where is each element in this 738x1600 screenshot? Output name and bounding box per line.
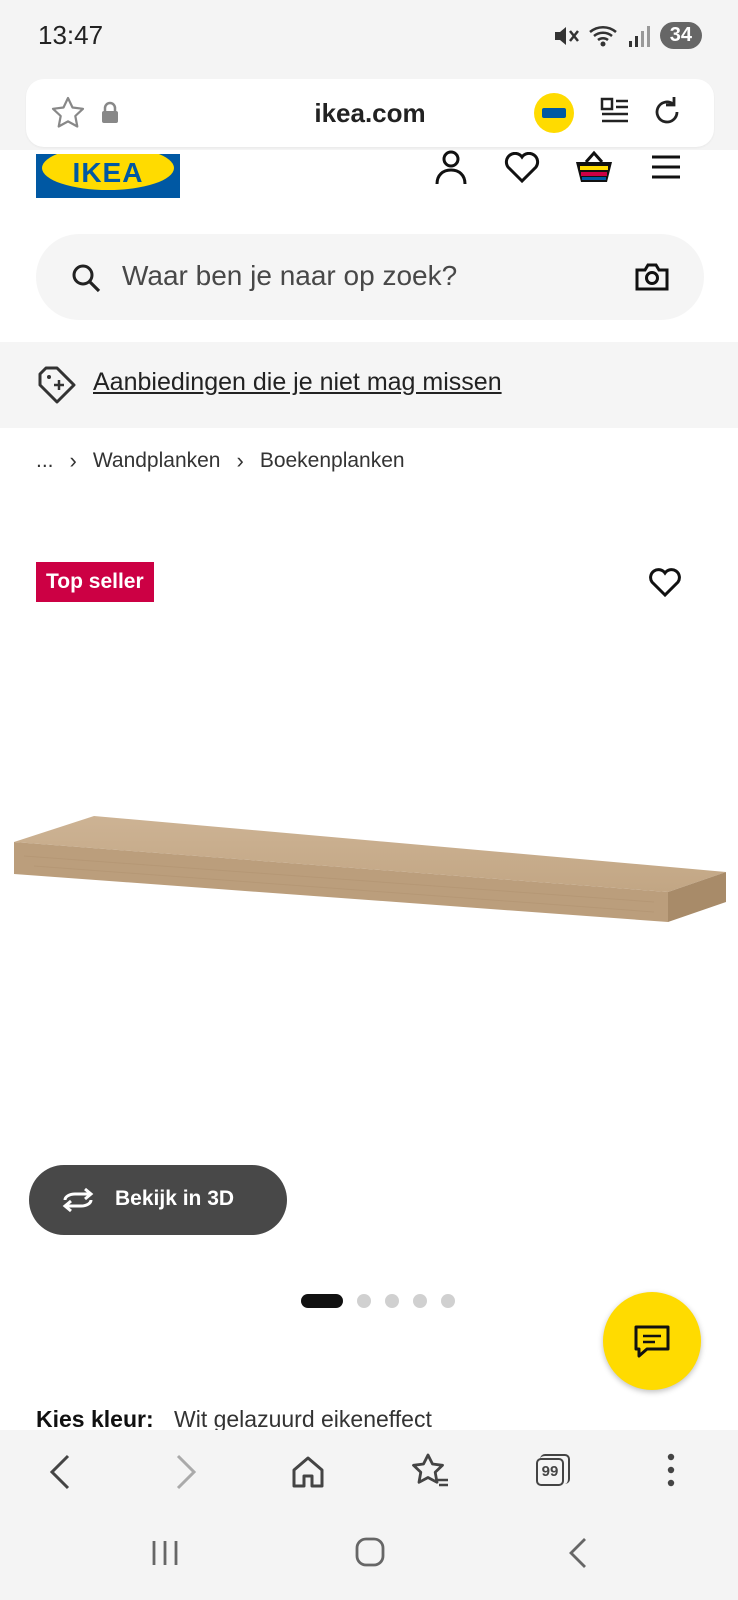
breadcrumb: ... › Wandplanken › Boekenplanken xyxy=(36,448,405,474)
chevron-right-icon: › xyxy=(69,448,77,473)
chevron-right-icon: › xyxy=(236,448,244,473)
status-icons: 34 xyxy=(552,22,702,49)
tabs-icon[interactable]: 99 xyxy=(536,1454,570,1488)
breadcrumb-boekenplanken[interactable]: Boekenplanken xyxy=(260,449,405,473)
shopping-basket-icon[interactable] xyxy=(574,150,614,186)
menu-hamburger-icon[interactable] xyxy=(650,154,682,180)
breadcrumb-wandplanken[interactable]: Wandplanken xyxy=(93,449,221,473)
breadcrumb-ellipsis[interactable]: ... xyxy=(36,449,54,473)
chat-button[interactable] xyxy=(603,1292,701,1390)
color-selector[interactable]: Kies kleur: Wit gelazuurd eikeneffect xyxy=(36,1406,432,1430)
search-icon xyxy=(72,264,101,293)
web-page: IKEA Waar ben je naar op zoek? Aanbiedin… xyxy=(0,150,738,1430)
carousel-dot[interactable] xyxy=(385,1294,399,1308)
color-label: Kies kleur: xyxy=(36,1406,154,1430)
color-value: Wit gelazuurd eikeneffect xyxy=(174,1406,432,1430)
product-image-shelf[interactable] xyxy=(14,810,726,960)
price-tag-icon xyxy=(38,366,76,404)
view-in-3d-label: Bekijk in 3D xyxy=(115,1187,235,1210)
add-to-wishlist-icon[interactable] xyxy=(648,568,682,598)
bookmarks-icon[interactable] xyxy=(410,1452,450,1490)
carousel-dot[interactable] xyxy=(441,1294,455,1308)
forward-icon[interactable] xyxy=(172,1452,200,1492)
top-seller-badge: Top seller xyxy=(36,562,154,602)
more-options-icon[interactable] xyxy=(666,1452,676,1488)
carousel-dot-active[interactable] xyxy=(301,1294,343,1308)
reader-mode-icon[interactable] xyxy=(600,97,630,127)
system-back-icon[interactable] xyxy=(566,1536,590,1570)
home-icon[interactable] xyxy=(290,1454,326,1490)
promo-banner[interactable]: Aanbiedingen die je niet mag missen xyxy=(0,342,738,428)
browser-toolbar: 99 xyxy=(0,1430,738,1516)
camera-search-icon[interactable] xyxy=(634,262,670,292)
promo-link[interactable]: Aanbiedingen die je niet mag missen xyxy=(93,368,502,397)
browser-url-bar[interactable]: ikea.com xyxy=(26,79,714,147)
logo-text: IKEA xyxy=(72,157,144,188)
back-icon[interactable] xyxy=(46,1452,74,1492)
search-bar[interactable]: Waar ben je naar op zoek? xyxy=(36,234,704,320)
system-navigation-bar xyxy=(0,1516,738,1600)
carousel-dot[interactable] xyxy=(357,1294,371,1308)
search-input[interactable]: Waar ben je naar op zoek? xyxy=(122,260,457,292)
mute-icon xyxy=(554,26,579,45)
ikea-app-icon[interactable] xyxy=(534,93,574,133)
wifi-icon xyxy=(588,25,617,46)
battery-indicator: 34 xyxy=(659,22,702,49)
view-in-3d-button[interactable]: Bekijk in 3D xyxy=(29,1165,287,1235)
recent-apps-icon[interactable] xyxy=(150,1538,180,1568)
signal-icon xyxy=(628,25,650,47)
wishlist-icon[interactable] xyxy=(504,152,540,184)
ikea-logo[interactable]: IKEA xyxy=(36,154,180,198)
chat-bubble-icon xyxy=(634,1325,670,1358)
status-time: 13:47 xyxy=(38,20,104,50)
refresh-icon[interactable] xyxy=(650,95,684,129)
rotate-3d-icon xyxy=(62,1187,94,1213)
home-button-icon[interactable] xyxy=(354,1536,386,1568)
account-icon[interactable] xyxy=(434,150,468,186)
status-bar: 13:47 34 xyxy=(0,0,738,72)
carousel-dot[interactable] xyxy=(413,1294,427,1308)
